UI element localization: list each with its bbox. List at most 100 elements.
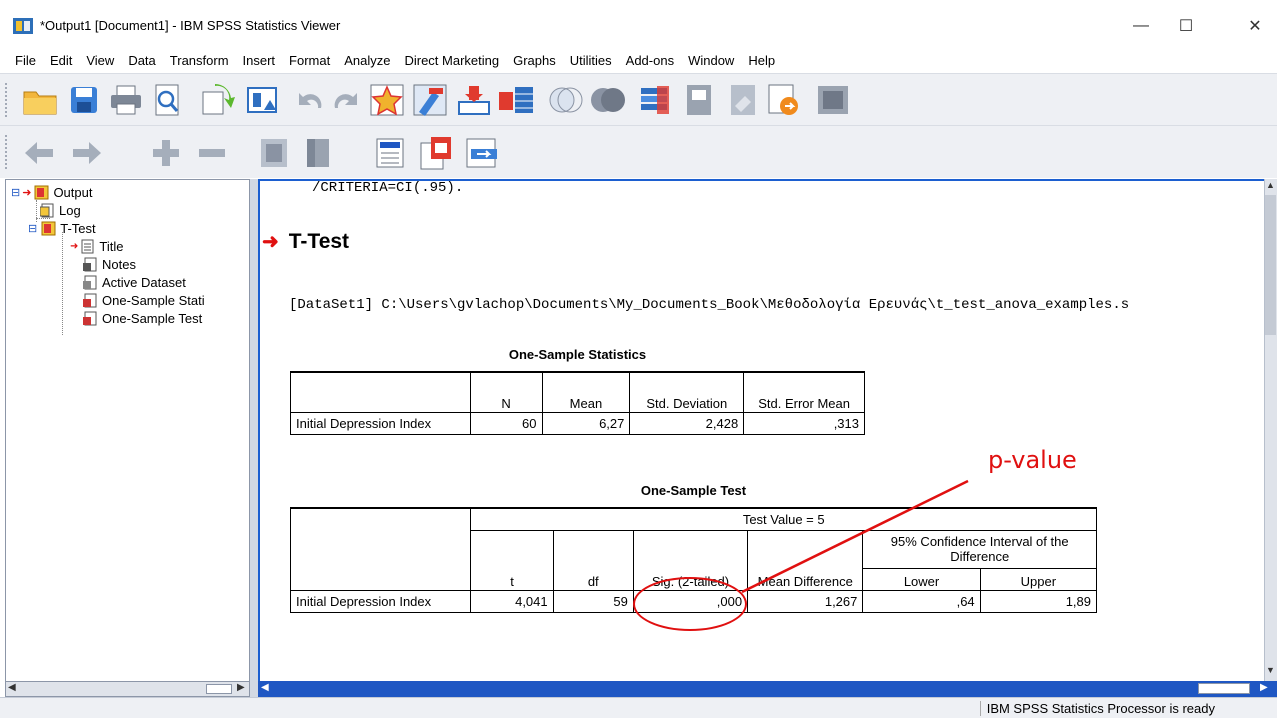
hscroll-right-icon[interactable]: ▶ bbox=[1260, 682, 1268, 693]
recall-dialog-icon[interactable] bbox=[243, 81, 283, 119]
menu-file[interactable]: File bbox=[8, 53, 43, 68]
spelling-icon[interactable] bbox=[813, 81, 853, 119]
tree-label-one-sample-test: One-Sample Test bbox=[102, 310, 203, 326]
dataset-path: [DataSet1] C:\Users\gvlachop\Documents\M… bbox=[289, 297, 1130, 313]
stats-std-error-value: ,313 bbox=[743, 411, 865, 435]
ttest-heading-text: T-Test bbox=[288, 229, 350, 253]
show-all-variables-icon[interactable] bbox=[764, 81, 804, 119]
insert-heading-icon[interactable] bbox=[370, 134, 410, 172]
menu-format[interactable]: Format bbox=[282, 53, 337, 68]
menu-data[interactable]: Data bbox=[121, 53, 162, 68]
forward-arrow-icon[interactable] bbox=[66, 134, 106, 172]
split-file-icon[interactable] bbox=[636, 81, 676, 119]
log-icon bbox=[39, 203, 55, 218]
hide-icon[interactable] bbox=[298, 134, 338, 172]
select-cases-icon[interactable] bbox=[546, 81, 586, 119]
test-table-title: One-Sample Test bbox=[640, 483, 747, 498]
menu-utilities[interactable]: Utilities bbox=[563, 53, 619, 68]
redo-icon[interactable] bbox=[326, 81, 366, 119]
collapse-node-icon-2[interactable]: ⊟ bbox=[28, 222, 37, 235]
test-header-lower: Lower bbox=[862, 567, 981, 591]
tree-node-notes[interactable]: Notes bbox=[83, 255, 136, 273]
tree-node-ttest[interactable]: ⊟ T-Test bbox=[28, 219, 96, 237]
outline-horizontal-scrollbar[interactable]: ◀ ▶ bbox=[5, 681, 250, 697]
output-outline-pane[interactable]: ⊟ ➜ Output Log ⊟ T-Test ➜ Title Notes Ac… bbox=[5, 179, 250, 682]
menu-analyze[interactable]: Analyze bbox=[337, 53, 397, 68]
scroll-thumb[interactable] bbox=[206, 684, 232, 694]
tree-node-output[interactable]: ⊟ ➜ Output bbox=[11, 183, 92, 201]
ttest-book-icon bbox=[41, 221, 56, 236]
title-doc-icon bbox=[80, 239, 95, 254]
goto-variable-icon[interactable] bbox=[410, 81, 450, 119]
menu-bar: File Edit View Data Transform Insert For… bbox=[0, 48, 1277, 72]
test-value-header: Test Value = 5 bbox=[470, 507, 1097, 531]
test-header-df: df bbox=[552, 529, 634, 591]
menu-transform[interactable]: Transform bbox=[163, 53, 236, 68]
close-button[interactable]: ✕ bbox=[1235, 12, 1275, 40]
menu-add-ons[interactable]: Add-ons bbox=[619, 53, 681, 68]
tree-node-one-sample-test[interactable]: One-Sample Test bbox=[83, 309, 202, 327]
print-preview-icon[interactable] bbox=[147, 81, 187, 119]
test-header-mean-difference: Mean Difference bbox=[747, 529, 864, 591]
back-arrow-icon[interactable] bbox=[20, 134, 60, 172]
save-icon[interactable] bbox=[64, 81, 104, 119]
menu-direct-marketing[interactable]: Direct Marketing bbox=[397, 53, 506, 68]
stats-n-value: 60 bbox=[469, 411, 543, 435]
menu-graphs[interactable]: Graphs bbox=[506, 53, 563, 68]
weight-cases-icon[interactable] bbox=[588, 81, 628, 119]
contents-horizontal-scrollbar[interactable]: ◀ ▶ bbox=[258, 681, 1277, 697]
goto-case-icon[interactable] bbox=[367, 81, 407, 119]
p-value-annotation-label: p-value bbox=[988, 446, 1077, 474]
toolbar-grip-2[interactable] bbox=[4, 134, 8, 170]
expand-icon[interactable] bbox=[146, 134, 186, 172]
tree-node-log[interactable]: Log bbox=[39, 201, 81, 219]
stats-corner-cell bbox=[290, 371, 471, 413]
tree-label-notes: Notes bbox=[102, 256, 136, 272]
test-df-value: 59 bbox=[552, 589, 634, 613]
maximize-button[interactable]: ☐ bbox=[1166, 12, 1206, 40]
menu-help[interactable]: Help bbox=[741, 53, 782, 68]
test-corner-cell bbox=[289, 507, 472, 591]
dataset-icon[interactable] bbox=[496, 81, 536, 119]
tree-label-output: Output bbox=[53, 184, 93, 200]
open-icon[interactable] bbox=[20, 81, 60, 119]
menu-insert[interactable]: Insert bbox=[236, 53, 283, 68]
show-icon[interactable] bbox=[254, 134, 294, 172]
scroll-down-icon[interactable]: ▼ bbox=[1266, 665, 1275, 675]
export-icon[interactable] bbox=[196, 81, 236, 119]
insert-text-icon[interactable] bbox=[462, 134, 502, 172]
contents-vertical-thumb[interactable] bbox=[1265, 195, 1276, 335]
tree-node-title[interactable]: ➜ Title bbox=[70, 237, 123, 255]
hscroll-left-icon[interactable]: ◀ bbox=[261, 682, 269, 693]
print-icon[interactable] bbox=[106, 81, 146, 119]
scroll-right-icon[interactable]: ▶ bbox=[237, 682, 245, 693]
test-mean-difference-value: 1,267 bbox=[747, 589, 864, 613]
menu-window[interactable]: Window bbox=[681, 53, 741, 68]
hscroll-thumb[interactable] bbox=[1198, 683, 1250, 694]
main-toolbar bbox=[0, 73, 1277, 125]
collapse-icon[interactable] bbox=[192, 134, 232, 172]
test-lower-value: ,64 bbox=[862, 589, 981, 613]
table-icon bbox=[83, 293, 98, 308]
scroll-up-icon[interactable]: ▲ bbox=[1266, 180, 1275, 190]
variables-icon[interactable] bbox=[454, 81, 494, 119]
toolbar-grip[interactable] bbox=[4, 82, 8, 118]
collapse-node-icon[interactable]: ⊟ bbox=[11, 186, 20, 199]
tree-node-one-sample-statistics[interactable]: One-Sample Stati bbox=[83, 291, 205, 309]
stats-header-mean: Mean bbox=[541, 371, 631, 413]
title-arrow-icon: ➜ bbox=[70, 240, 79, 252]
insert-title-icon[interactable] bbox=[416, 134, 456, 172]
menu-view[interactable]: View bbox=[79, 53, 121, 68]
value-labels-icon[interactable] bbox=[680, 81, 720, 119]
minimize-button[interactable]: — bbox=[1121, 12, 1161, 40]
tree-label-title: Title bbox=[99, 238, 124, 254]
one-sample-statistics-table[interactable]: N Mean Std. Deviation Std. Error Mean In… bbox=[290, 371, 865, 435]
stats-mean-value: 6,27 bbox=[541, 411, 631, 435]
use-sets-icon[interactable] bbox=[724, 81, 764, 119]
stats-table-title: One-Sample Statistics bbox=[508, 347, 647, 362]
scroll-left-icon[interactable]: ◀ bbox=[8, 682, 16, 693]
tree-node-active-dataset[interactable]: Active Dataset bbox=[83, 273, 186, 291]
undo-icon[interactable] bbox=[290, 81, 330, 119]
pane-splitter[interactable] bbox=[250, 179, 258, 697]
menu-edit[interactable]: Edit bbox=[43, 53, 79, 68]
